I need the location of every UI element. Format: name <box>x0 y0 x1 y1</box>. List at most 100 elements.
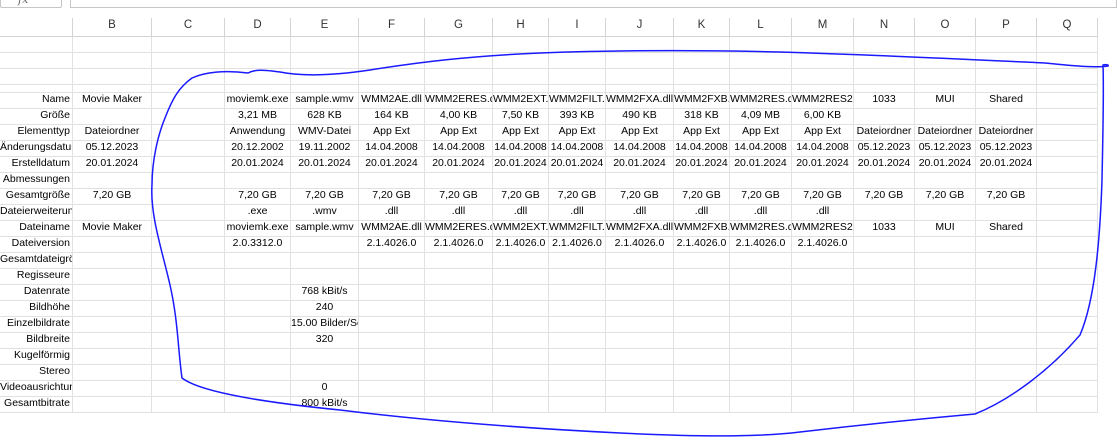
grid-cell[interactable] <box>674 317 730 333</box>
grid-cell[interactable] <box>225 397 291 413</box>
grid-cell[interactable] <box>1037 37 1098 53</box>
grid-cell[interactable] <box>152 317 225 333</box>
grid-cell[interactable]: 7,20 GB <box>792 189 854 205</box>
grid-cell[interactable] <box>792 317 854 333</box>
grid-cell[interactable]: sample.wmv <box>291 221 359 237</box>
grid-cell[interactable] <box>915 365 976 381</box>
grid-cell[interactable] <box>854 173 915 189</box>
grid-cell[interactable]: Anwendung <box>225 125 291 141</box>
grid-cell[interactable] <box>549 301 606 317</box>
grid-cell[interactable]: 2.1.4026.0 <box>493 237 549 253</box>
grid-cell[interactable]: .dll <box>792 205 854 221</box>
grid-cell[interactable] <box>730 53 792 69</box>
grid-cell[interactable] <box>976 37 1037 53</box>
grid-cell[interactable]: WMM2RES2.dll <box>792 221 854 237</box>
grid-cell[interactable]: App Ext <box>425 125 493 141</box>
grid-cell[interactable] <box>730 253 792 269</box>
grid-cell[interactable] <box>425 69 493 85</box>
grid-cell[interactable] <box>291 37 359 53</box>
grid-cell[interactable] <box>976 173 1037 189</box>
row-label[interactable]: Gesamtbitrate <box>0 397 73 413</box>
grid-cell[interactable] <box>915 317 976 333</box>
grid-cell[interactable]: 7,20 GB <box>73 189 152 205</box>
grid-cell[interactable] <box>152 109 225 125</box>
grid-cell[interactable] <box>225 85 291 93</box>
column-header-n[interactable]: N <box>854 18 915 37</box>
grid-cell[interactable]: WMV-Datei <box>291 125 359 141</box>
column-header-j[interactable]: J <box>606 18 674 37</box>
grid-cell[interactable] <box>606 53 674 69</box>
grid-cell[interactable] <box>425 333 493 349</box>
grid-cell[interactable] <box>1037 93 1098 109</box>
grid-cell[interactable] <box>152 141 225 157</box>
grid-cell[interactable]: 7,20 GB <box>493 189 549 205</box>
grid-cell[interactable] <box>915 381 976 397</box>
grid-cell[interactable]: .dll <box>730 205 792 221</box>
grid-cell[interactable] <box>792 37 854 53</box>
grid-cell[interactable] <box>152 333 225 349</box>
grid-cell[interactable] <box>1037 69 1098 85</box>
grid-cell[interactable]: 7,50 KB <box>493 109 549 125</box>
grid-cell[interactable]: 0 <box>291 381 359 397</box>
grid-cell[interactable]: .dll <box>606 205 674 221</box>
grid-cell[interactable] <box>549 317 606 333</box>
grid-cell[interactable] <box>425 317 493 333</box>
row-label[interactable]: Bildhöhe <box>0 301 73 317</box>
grid-cell[interactable] <box>425 285 493 301</box>
grid-cell[interactable]: 240 <box>291 301 359 317</box>
grid-cell[interactable] <box>359 301 425 317</box>
grid-cell[interactable] <box>606 85 674 93</box>
grid-cell[interactable]: WMM2FXA.dll <box>606 221 674 237</box>
grid-cell[interactable] <box>730 397 792 413</box>
grid-cell[interactable] <box>225 365 291 381</box>
grid-cell[interactable] <box>606 37 674 53</box>
grid-cell[interactable] <box>493 333 549 349</box>
grid-cell[interactable] <box>976 285 1037 301</box>
row-label[interactable]: Videoausrichtung <box>0 381 73 397</box>
grid-cell[interactable] <box>73 253 152 269</box>
grid-cell[interactable]: WMM2RES2.dll <box>792 93 854 109</box>
grid-cell[interactable] <box>493 349 549 365</box>
column-header-i[interactable]: I <box>549 18 606 37</box>
grid-cell[interactable]: 2.1.4026.0 <box>549 237 606 253</box>
grid-cell[interactable]: 7,20 GB <box>606 189 674 205</box>
grid-cell[interactable] <box>493 317 549 333</box>
grid-cell[interactable] <box>425 365 493 381</box>
row-label[interactable]: Regisseure <box>0 269 73 285</box>
grid-cell[interactable]: 20.01.2024 <box>976 157 1037 173</box>
grid-cell[interactable] <box>73 269 152 285</box>
grid-cell[interactable] <box>606 349 674 365</box>
grid-cell[interactable] <box>359 253 425 269</box>
grid-cell[interactable] <box>854 85 915 93</box>
column-header-b[interactable]: B <box>73 18 152 37</box>
grid-cell[interactable]: 20.01.2024 <box>73 157 152 173</box>
grid-cell[interactable]: 7,20 GB <box>854 189 915 205</box>
grid-cell[interactable] <box>549 349 606 365</box>
grid-cell[interactable]: WMM2AE.dll <box>359 93 425 109</box>
grid-cell[interactable] <box>549 269 606 285</box>
grid-cell[interactable] <box>854 317 915 333</box>
grid-cell[interactable] <box>674 301 730 317</box>
grid-cell[interactable] <box>291 237 359 253</box>
grid-cell[interactable]: 7,20 GB <box>359 189 425 205</box>
grid-cell[interactable] <box>152 301 225 317</box>
fx-icon[interactable]: fx <box>18 0 28 6</box>
grid-cell[interactable] <box>674 349 730 365</box>
grid-cell[interactable] <box>73 349 152 365</box>
grid-cell[interactable]: 320 <box>291 333 359 349</box>
grid-cell[interactable]: .dll <box>549 205 606 221</box>
grid-cell[interactable] <box>152 157 225 173</box>
grid-cell[interactable]: MUI <box>915 93 976 109</box>
row-label[interactable]: Elementtyp <box>0 125 73 141</box>
grid-cell[interactable] <box>792 365 854 381</box>
grid-cell[interactable]: 490 KB <box>606 109 674 125</box>
row-label[interactable]: Abmessungen <box>0 173 73 189</box>
grid-cell[interactable] <box>359 173 425 189</box>
grid-cell[interactable] <box>225 349 291 365</box>
grid-cell[interactable]: 7,20 GB <box>291 189 359 205</box>
grid-cell[interactable] <box>1037 157 1098 173</box>
grid-cell[interactable]: 20.01.2024 <box>606 157 674 173</box>
grid-cell[interactable] <box>730 37 792 53</box>
row-label[interactable]: Datenrate <box>0 285 73 301</box>
grid-cell[interactable] <box>152 381 225 397</box>
